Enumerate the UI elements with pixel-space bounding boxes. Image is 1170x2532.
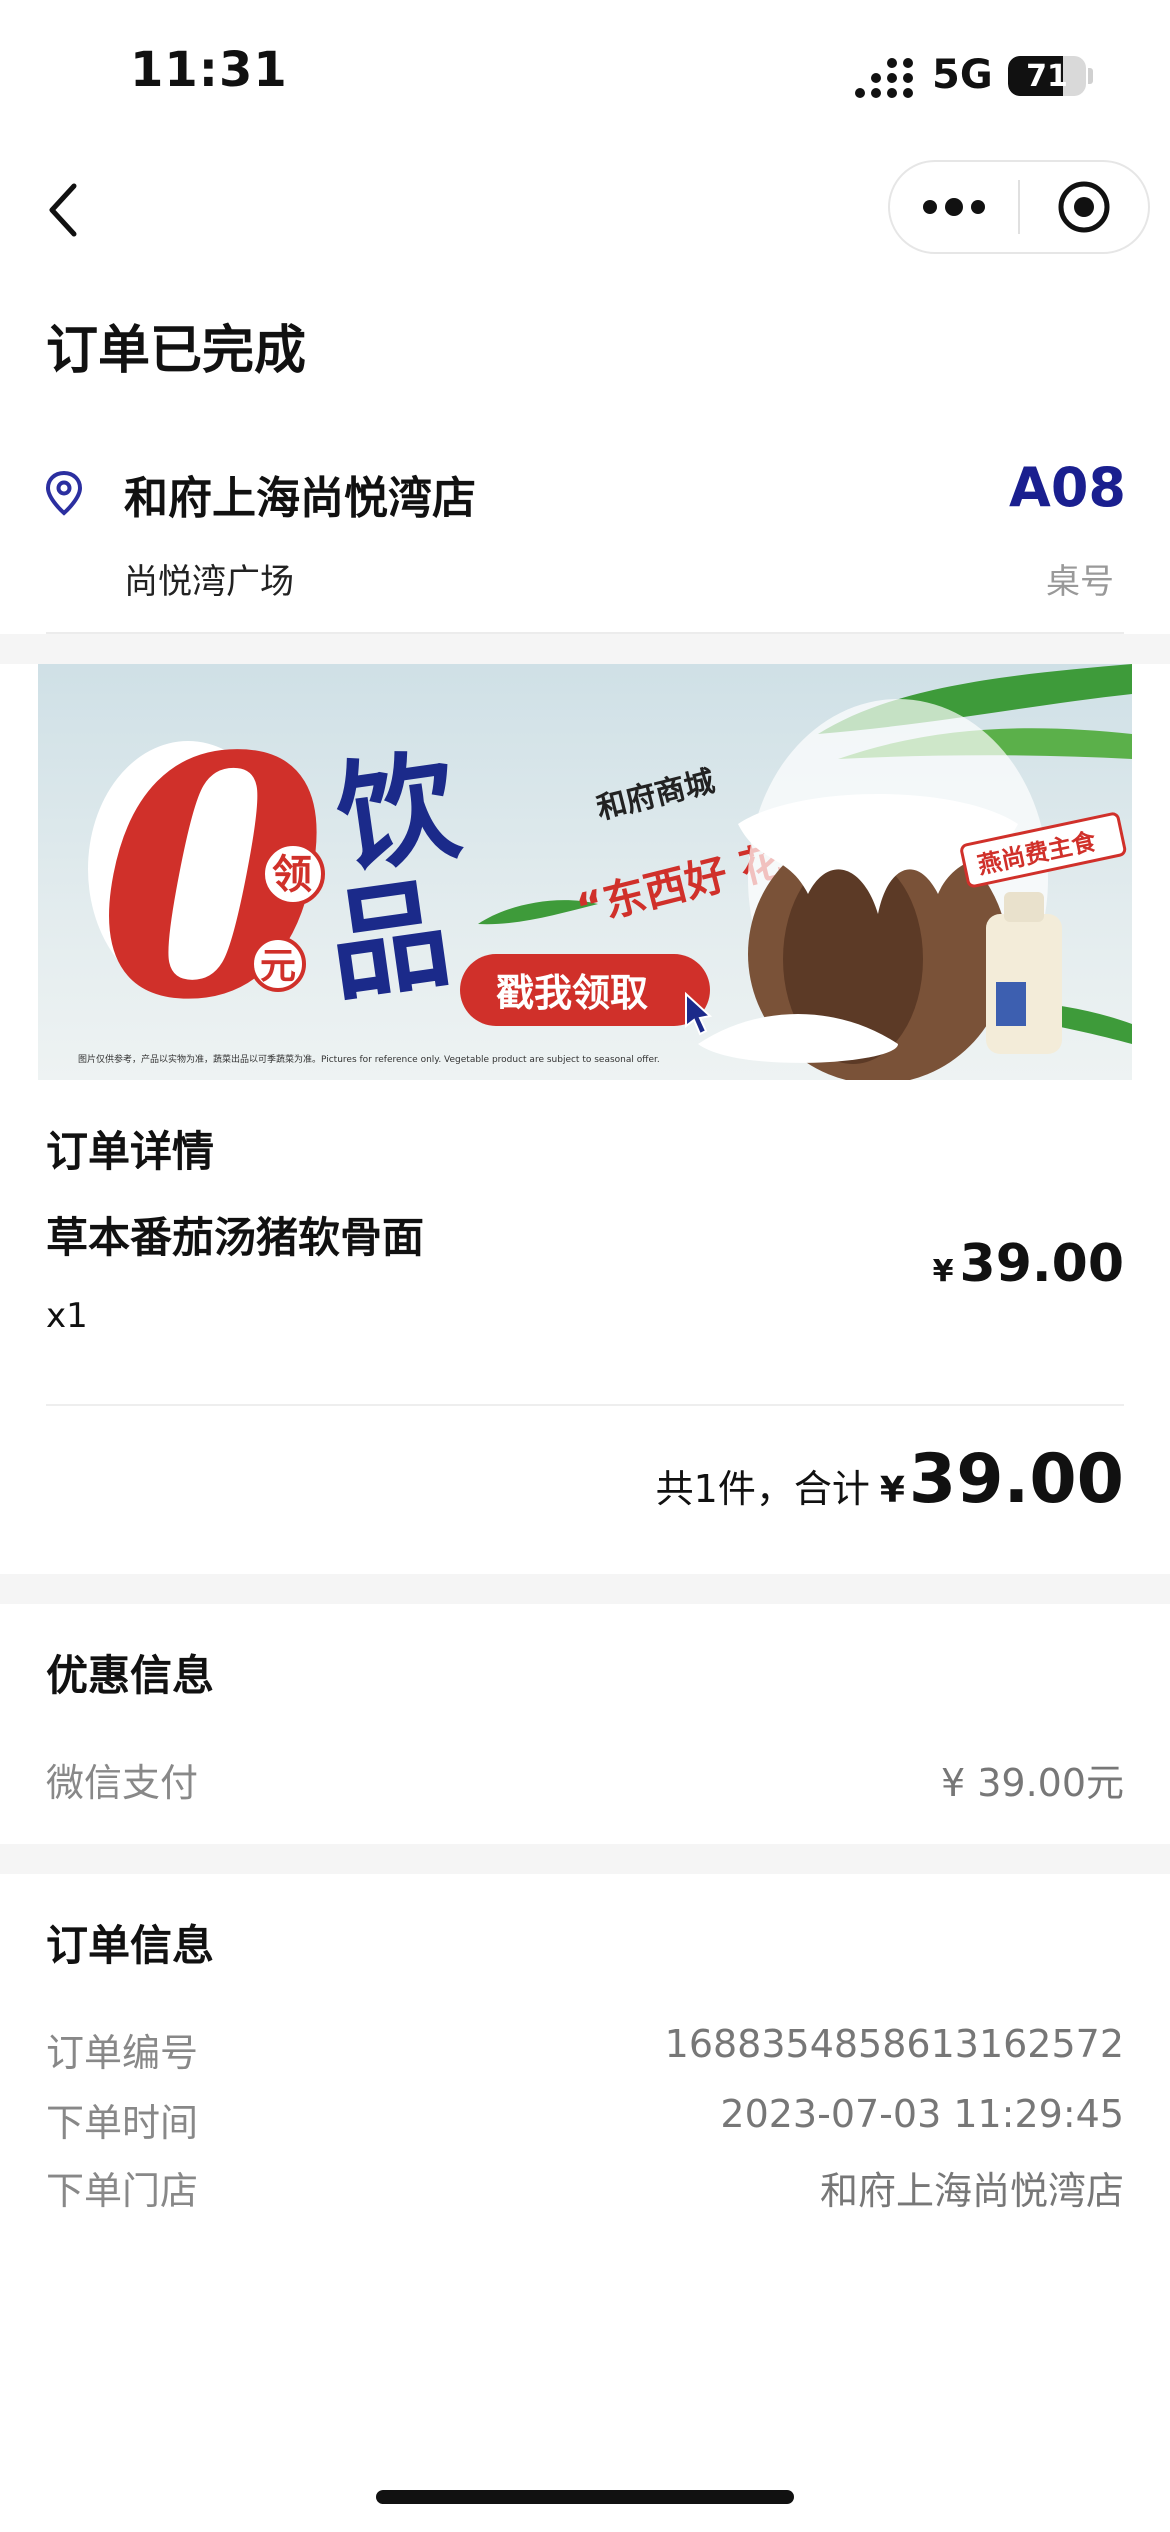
currency-symbol: ¥	[879, 1470, 905, 1511]
payment-amount: ¥ 39.00元	[940, 1761, 1124, 1805]
order-store-value: 和府上海尚悦湾店	[819, 2169, 1124, 2213]
banner-yin: 饮	[329, 736, 468, 890]
more-dots-icon	[923, 198, 985, 216]
order-details-title: 订单详情	[46, 1127, 215, 1176]
signal-icon	[855, 58, 913, 98]
order-info-title: 订单信息	[46, 1921, 215, 1970]
payment-method: 微信支付	[46, 1761, 199, 1805]
banner-cta-button[interactable]: 戳我领取	[460, 954, 713, 1036]
target-close-icon	[1058, 181, 1110, 233]
chevron-left-icon	[49, 183, 77, 237]
miniprogram-capsule	[888, 160, 1150, 254]
order-item-quantity: x1	[46, 1296, 88, 1336]
order-total-label: 共1件，合计	[655, 1467, 870, 1511]
status-time: 11:31	[130, 42, 288, 98]
location-pin-icon	[44, 470, 84, 520]
order-item-price: ¥ 39.00	[933, 1234, 1124, 1294]
home-indicator	[376, 2490, 794, 2504]
banner-ling: 领	[272, 852, 312, 898]
battery-tip	[1088, 68, 1093, 84]
promo-banner[interactable]: 0 领 元 饮 品 和府商城 “东西好 花钱少” 燕尚费主食 戳我领取 图片仅供…	[38, 664, 1132, 1080]
order-time-value: 2023-07-03 11:29:45	[720, 2092, 1124, 2136]
banner-cta-label: 戳我领取	[496, 971, 648, 1015]
order-time-label: 下单时间	[46, 2101, 199, 2145]
section-gap	[0, 1844, 1170, 1874]
store-name: 和府上海尚悦湾店	[124, 473, 476, 524]
battery-icon: 71	[1008, 56, 1086, 96]
section-gap	[0, 634, 1170, 664]
banner-yuan: 元	[260, 946, 296, 987]
page-title: 订单已完成	[46, 321, 307, 381]
discount-title: 优惠信息	[46, 1651, 215, 1700]
section-gap	[0, 1574, 1170, 1604]
banner-mall-name: 和府商城	[593, 764, 718, 827]
battery-percent: 71	[1026, 58, 1068, 94]
order-item-price-value: 39.00	[959, 1234, 1124, 1294]
divider	[46, 1404, 1124, 1406]
back-button[interactable]	[44, 180, 84, 240]
currency-symbol: ¥	[932, 1254, 954, 1289]
order-total: 共1件，合计 ¥ 39.00	[656, 1440, 1124, 1519]
network-type: 5G	[932, 52, 993, 98]
table-number-label: 桌号	[1046, 562, 1114, 602]
close-miniprogram-button[interactable]	[1020, 162, 1148, 252]
zero-yuan-graphic: 0 领 元 饮 品	[88, 684, 468, 1072]
order-number-label: 订单编号	[46, 2031, 199, 2075]
order-store-label: 下单门店	[46, 2169, 199, 2213]
order-item-name: 草本番茄汤猪软骨面	[46, 1213, 425, 1262]
more-button[interactable]	[890, 162, 1018, 252]
milk-bottle-illustration	[986, 892, 1062, 1054]
order-total-amount: 39.00	[908, 1440, 1124, 1519]
banner-pin: 品	[320, 864, 458, 1018]
store-location: 尚悦湾广场	[124, 562, 294, 602]
table-number: A08	[1009, 456, 1126, 519]
banner-disclaimer: 图片仅供参考，产品以实物为准，蔬菜出品以可季蔬菜为准。Pictures for …	[78, 1053, 660, 1065]
order-number-value: 1688354858613162572	[664, 2022, 1124, 2066]
